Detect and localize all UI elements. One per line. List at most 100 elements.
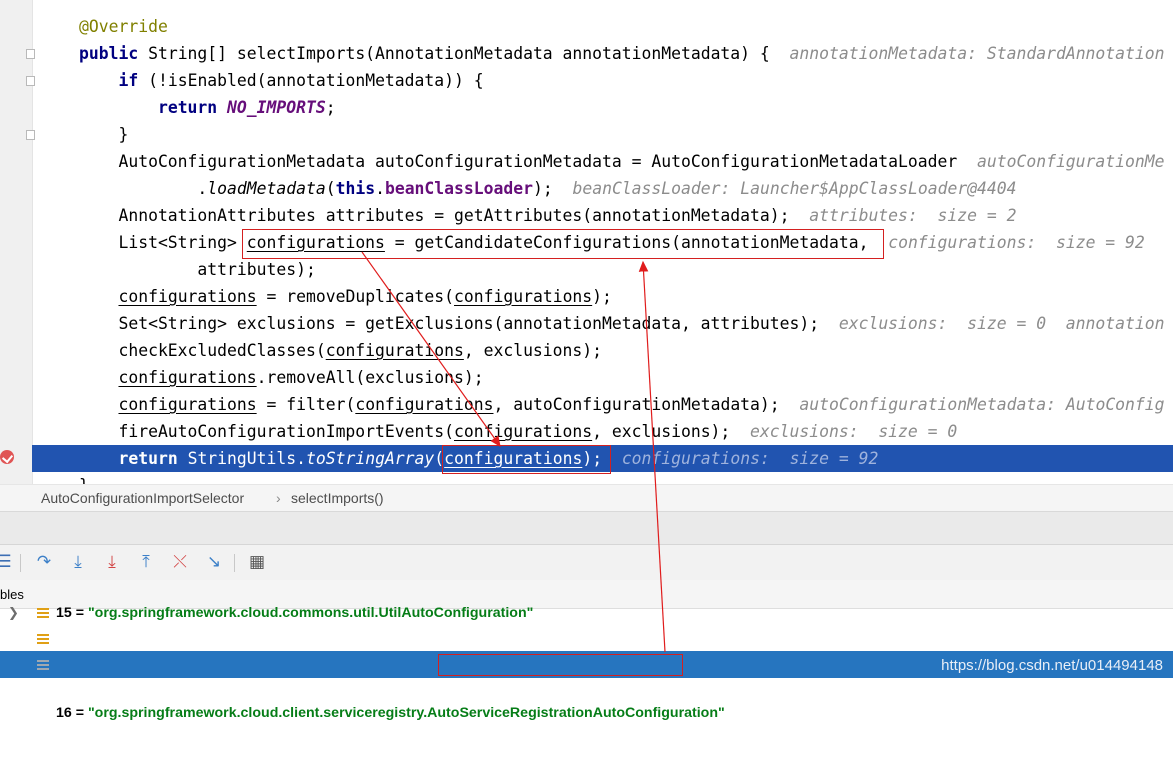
code-token: NO_IMPORTS [227, 98, 326, 117]
code-line[interactable]: @Override [0, 13, 1173, 40]
list-item-icon [37, 634, 49, 644]
code-line[interactable]: configurations = filter(configurations, … [0, 391, 1173, 418]
step-over-icon[interactable]: ↷ [34, 552, 54, 572]
breadcrumb: AutoConfigurationImportSelector › select… [0, 484, 1173, 511]
code-line[interactable]: configurations.removeAll(exclusions); [0, 364, 1173, 391]
code-token: configurations [453, 422, 593, 441]
step-into-icon[interactable]: ⤓ [68, 552, 88, 572]
code-token: checkExcludedClasses( [79, 341, 326, 360]
code-token: attributes); [79, 260, 316, 279]
variable-row[interactable]: ❯ 15 = "org.springframework.cloud.common… [0, 603, 1173, 625]
highlight-box-configurations-return [442, 445, 611, 474]
code-line[interactable]: return NO_IMPORTS; [0, 94, 1173, 121]
code-token: .removeAll(exclusions); [256, 368, 484, 387]
code-line[interactable]: if (!isEnabled(annotationMetadata)) { [0, 67, 1173, 94]
code-token: @Override [79, 17, 168, 36]
code-token: configurations [325, 341, 464, 360]
code-token: if [118, 71, 139, 90]
code-token: loadMetadata [207, 179, 326, 198]
row-index: 16 = [56, 705, 88, 721]
breadcrumb-method[interactable]: selectImports() [291, 485, 384, 511]
code-line[interactable]: public String[] selectImports(Annotation… [0, 40, 1173, 67]
code-line[interactable]: AutoConfigurationMetadata autoConfigurat… [0, 148, 1173, 175]
code-token: (!isEnabled(annotationMetadata)) { [138, 71, 484, 90]
list-item-icon [37, 660, 49, 670]
code-token: this [335, 179, 376, 198]
watermark: https://blog.csdn.net/u014494148 [941, 657, 1163, 674]
code-line[interactable]: fireAutoConfigurationImportEvents(config… [0, 418, 1173, 445]
run-to-cursor-icon[interactable]: ↘ [204, 552, 224, 572]
expand-arrow-icon[interactable]: ❯ [8, 603, 19, 625]
code-token: ); [592, 287, 612, 306]
code-token: public [79, 44, 139, 63]
code-token: ( [325, 179, 336, 198]
code-token: } [79, 476, 89, 484]
row-value: "org.springframework.cloud.commons.util.… [87, 605, 534, 621]
code-token: } [79, 125, 129, 144]
code-token: return [118, 449, 178, 468]
force-step-into-icon[interactable]: ⤓ [102, 552, 122, 572]
code-line[interactable]: .loadMetadata(this.beanClassLoader); bea… [0, 175, 1173, 202]
code-token: String[] selectImports(AnnotationMetadat… [138, 44, 790, 63]
debug-toolbar: ☰ ↷ ⤓ ⤓ ⤒ ⤬ ↘ ▦ [0, 544, 1173, 581]
code-token: ); [532, 179, 573, 198]
breakpoint-icon[interactable] [0, 450, 14, 464]
row-value: "org.springframework.cloud.netflix.eurek… [87, 737, 647, 753]
code-token: AutoConfigurationMetadata autoConfigurat… [79, 152, 977, 171]
code-editor[interactable]: @Override public String[] selectImports(A… [0, 0, 1173, 484]
code-token: = removeDuplicates( [256, 287, 455, 306]
code-token: toStringArray [306, 449, 435, 468]
drop-frame-icon[interactable]: ⤬ [170, 552, 190, 572]
code-line[interactable]: } [0, 121, 1173, 148]
code-token: configurations [355, 395, 494, 414]
code-token: configurations [118, 368, 257, 387]
inline-debug-hint: beanClassLoader: Launcher$AppClassLoader… [572, 179, 1017, 198]
highlight-box-configurations-assignment [242, 229, 884, 259]
code-token: , exclusions); [592, 422, 751, 441]
code-token: List<String> [79, 233, 247, 252]
inline-debug-hint: annotationMetadata: StandardAnnotation [789, 44, 1165, 63]
inline-debug-hint: autoConfigurationMetadata: AutoConfig [799, 395, 1165, 414]
highlight-box-eureka-server [438, 654, 683, 676]
code-token: beanClassLoader [384, 179, 533, 198]
inline-debug-hint: autoConfigurationMe [977, 152, 1165, 171]
code-token: Set<String> exclusions = getExclusions(a… [79, 314, 839, 333]
code-token: , autoConfigurationMetadata); [493, 395, 800, 414]
code-line[interactable]: configurations = removeDuplicates(config… [0, 283, 1173, 310]
code-line[interactable]: Set<String> exclusions = getExclusions(a… [0, 310, 1173, 337]
code-token: ; [325, 98, 336, 117]
row-value: "org.springframework.cloud.client.servic… [87, 705, 725, 721]
code-token: return [157, 98, 218, 117]
code-token: , exclusions); [463, 341, 603, 360]
code-token: fireAutoConfigurationImportEvents( [79, 422, 454, 441]
code-token: . [79, 179, 208, 198]
step-out-icon[interactable]: ⤒ [136, 552, 156, 572]
inline-debug-hint: exclusions: size = 0 [750, 422, 958, 441]
inline-debug-hint: configurations: size = 92 [621, 449, 879, 468]
code-line[interactable]: attributes); [0, 256, 1173, 283]
breadcrumb-class[interactable]: AutoConfigurationImportSelector [41, 485, 244, 511]
debug-panel-header [0, 511, 1173, 545]
inline-debug-hint: exclusions: size = 0 annotation [838, 314, 1165, 333]
code-line[interactable]: AnnotationAttributes attributes = getAtt… [0, 202, 1173, 229]
evaluate-expression-icon[interactable]: ▦ [247, 552, 267, 572]
code-token: configurations [118, 395, 257, 414]
list-icon[interactable]: ☰ [0, 552, 14, 572]
expand-arrow-icon[interactable]: ❯ [8, 678, 19, 705]
row-index: 17 = [56, 737, 88, 753]
code-token: . [375, 179, 385, 198]
inline-debug-hint: attributes: size = 2 [809, 206, 1017, 225]
inline-debug-hint: configurations: size = 92 [888, 233, 1145, 252]
list-item-icon [37, 608, 49, 618]
breadcrumb-separator: › [276, 490, 281, 506]
code-line[interactable]: checkExcludedClasses(configurations, exc… [0, 337, 1173, 364]
variable-row[interactable]: ❯ 16 = "org.springframework.cloud.client… [0, 626, 1173, 721]
code-token: AnnotationAttributes attributes = getAtt… [79, 206, 810, 225]
code-token: configurations [454, 287, 593, 306]
